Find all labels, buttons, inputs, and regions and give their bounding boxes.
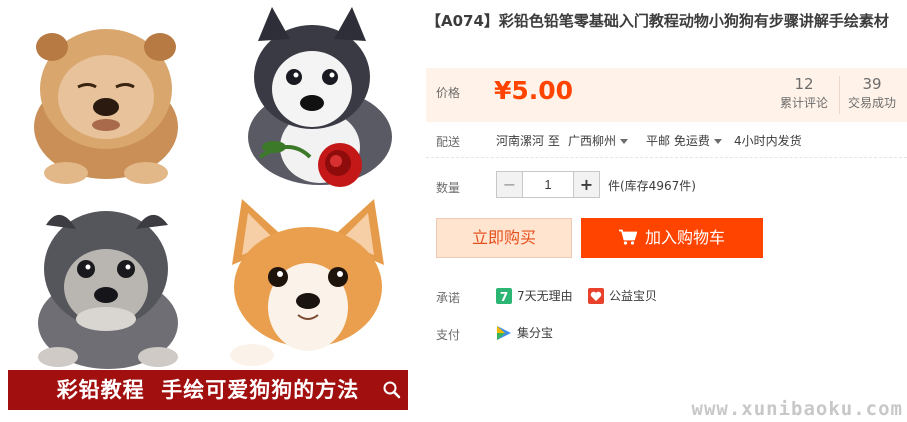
shipping-label: 配送 bbox=[436, 135, 461, 149]
chevron-down-icon bbox=[713, 139, 722, 144]
deal-count: 39 bbox=[862, 75, 882, 93]
shipping-fee-text: 平邮 免运费 bbox=[646, 134, 710, 148]
ship-from: 河南漯河 至 bbox=[496, 134, 560, 148]
watermark: www.xunibaoku.com bbox=[691, 398, 903, 420]
dispatch-time: 4小时内发货 bbox=[734, 134, 802, 148]
cart-icon bbox=[618, 220, 638, 245]
promise-label: 承诺 bbox=[436, 291, 461, 305]
svg-text:7: 7 bbox=[500, 290, 508, 304]
buy-now-label: 立即购买 bbox=[471, 228, 536, 247]
ship-to-text: 广西柳州 bbox=[568, 134, 617, 148]
review-count-label: 累计评论 bbox=[779, 96, 828, 110]
zoom-icon[interactable] bbox=[382, 380, 402, 400]
shipping-fee-select[interactable]: 平邮 免运费 bbox=[646, 132, 722, 149]
quantity-label: 数量 bbox=[436, 181, 461, 195]
payment-method-text: 集分宝 bbox=[517, 326, 554, 340]
add-to-cart-label: 加入购物车 bbox=[644, 228, 725, 247]
chevron-down-icon bbox=[620, 139, 629, 144]
price-value: ¥5.00 bbox=[494, 76, 574, 105]
schnauzer-puppy-drawing bbox=[18, 197, 198, 369]
quantity-increase-button[interactable]: + bbox=[573, 172, 599, 197]
ship-to-select[interactable]: 广西柳州 bbox=[568, 132, 629, 149]
stock-info: 件(库存4967件) bbox=[608, 179, 696, 193]
promise-charity[interactable]: 公益宝贝 bbox=[588, 287, 657, 304]
charity-heart-icon bbox=[588, 288, 604, 304]
buy-now-button[interactable]: 立即购买 bbox=[436, 218, 572, 258]
quantity-stepper: − + bbox=[496, 171, 600, 198]
product-image[interactable]: 彩铅教程 手绘可爱狗狗的方法 bbox=[8, 5, 408, 410]
quantity-input[interactable] bbox=[524, 172, 572, 197]
promise-seven-day-return-text: 7天无理由 bbox=[517, 289, 573, 303]
review-count-stat[interactable]: 12 累计评论 bbox=[774, 74, 834, 112]
section-divider bbox=[426, 157, 907, 158]
quantity-decrease-button[interactable]: − bbox=[497, 172, 523, 197]
jifenbao-icon bbox=[496, 325, 512, 341]
promise-seven-day-return[interactable]: 7 7天无理由 bbox=[496, 287, 573, 304]
add-to-cart-button[interactable]: 加入购物车 bbox=[581, 218, 763, 258]
payment-label: 支付 bbox=[436, 328, 461, 342]
gallery-banner: 彩铅教程 手绘可爱狗狗的方法 bbox=[8, 370, 408, 410]
product-info: 【A074】彩铅色铅笔零基础入门教程动物小狗狗有步骤讲解手绘素材 价格 ¥5.0… bbox=[426, 0, 907, 422]
deal-count-stat: 39 交易成功 bbox=[842, 74, 902, 112]
chow-puppy-drawing bbox=[16, 7, 196, 187]
banner-text: 彩铅教程 手绘可爱狗狗的方法 bbox=[56, 378, 360, 402]
seven-day-return-icon: 7 bbox=[496, 288, 512, 304]
payment-method[interactable]: 集分宝 bbox=[496, 324, 553, 341]
review-count: 12 bbox=[794, 75, 814, 93]
price-box: 价格 ¥5.00 12 累计评论 39 交易成功 bbox=[426, 68, 907, 122]
deal-count-label: 交易成功 bbox=[847, 96, 896, 110]
husky-puppy-with-rose-drawing bbox=[220, 7, 404, 192]
price-label: 价格 bbox=[436, 86, 461, 100]
product-title: 【A074】彩铅色铅笔零基础入门教程动物小狗狗有步骤讲解手绘素材 bbox=[426, 12, 889, 30]
stat-divider bbox=[839, 76, 840, 114]
promise-charity-text: 公益宝贝 bbox=[609, 289, 658, 303]
corgi-puppy-drawing bbox=[212, 195, 404, 369]
